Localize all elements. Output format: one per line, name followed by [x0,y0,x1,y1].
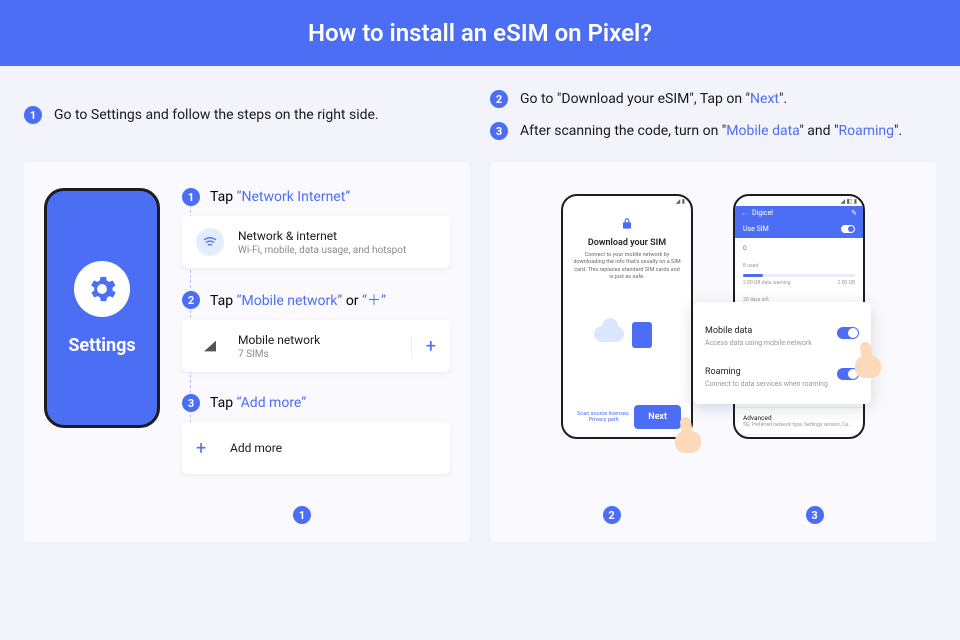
sim-card-icon [632,322,652,348]
edit-icon[interactable]: ✎ [851,209,857,217]
card-badge-3: 3 [806,506,824,524]
card-settings-steps: Settings 1 Tap “Network Internet” [24,162,470,542]
intro-row: 1 Go to Settings and follow the steps on… [24,90,936,140]
license-link[interactable]: Scan source licenses. Privacy path [573,411,634,423]
cloud-card-illustration [592,304,662,348]
gear-icon [74,261,130,317]
substeps: 1 Tap “Network Internet” Network & inter… [182,188,450,492]
download-sim-desc: Connect to your mobile network by downlo… [573,252,681,282]
mobile-data-row[interactable]: Mobile data Access data using mobile net… [705,312,859,353]
highlight-next: Next [750,91,779,107]
substep-badge-1: 1 [182,188,200,206]
substep-3: 3 Tap “Add more” + Add more [182,394,450,474]
download-sim-title: Download your SIM [588,238,666,248]
step-3-text: After scanning the code, turn on "Mobile… [520,123,902,139]
substep-3-head: 3 Tap “Add more” [182,394,450,412]
step-3-line: 3 After scanning the code, turn on "Mobi… [490,122,936,140]
left-bottom-badge-row: 1 [44,506,450,524]
next-button[interactable]: Next [634,405,681,429]
substep-2: 2 Tap “Mobile network” or “＋” Mobile net… [182,290,450,372]
substep-badge-2: 2 [182,291,200,309]
cards-row: Settings 1 Tap “Network Internet” [24,162,936,542]
content: 1 Go to Settings and follow the steps on… [0,66,960,542]
plus-icon[interactable]: + [411,336,436,357]
tile-title: Mobile network [238,333,320,347]
back-icon[interactable]: ← [741,209,748,217]
toggle-on-icon[interactable] [841,225,855,233]
step-badge-1: 1 [24,106,42,124]
substep-badge-3: 3 [182,394,200,412]
step-badge-3: 3 [490,122,508,140]
usage-bar [743,274,855,277]
signal-icon [196,332,224,360]
settings-phone-illustration: Settings [44,188,160,428]
intro-right: 2 Go to "Download your eSIM", Tap on "Ne… [490,90,936,140]
card-phone-screens: ◢ ▮ Download your SIM Connect to your mo… [490,162,936,542]
card-right-body: ◢ ▮ Download your SIM Connect to your mo… [510,188,916,492]
tile-mobile-network[interactable]: Mobile network 7 SIMs + [182,320,450,372]
right-bottom-badge-row: 2 3 [510,506,916,524]
highlight-mobile-data: Mobile data [726,123,799,139]
intro-left: 1 Go to Settings and follow the steps on… [24,90,470,140]
page-header: How to install an eSIM on Pixel? [0,0,960,66]
usage-section: 0 B used 2.00 GB data warning2.00 GB 30 … [735,238,863,312]
carrier-bar: ← Digicel ✎ [735,206,863,220]
toggle-on-icon[interactable] [837,327,859,339]
advanced-row[interactable]: Advanced 5G, Preferred network type, Set… [735,408,863,435]
phone-mock-download-sim: ◢ ▮ Download your SIM Connect to your mo… [561,194,693,439]
card-left-body: Settings 1 Tap “Network Internet” [44,188,450,492]
step-2-line: 2 Go to "Download your eSIM", Tap on "Ne… [490,90,936,108]
lock-icon [620,216,634,230]
step-1-text: Go to Settings and follow the steps on t… [54,107,379,123]
card-badge-2: 2 [603,506,621,524]
substep-1: 1 Tap “Network Internet” Network & inter… [182,188,450,268]
status-bar: ◢ ◧ ▮ [735,196,863,206]
plus-icon: + [196,434,216,462]
highlight-roaming: Roaming [838,123,894,139]
roaming-row[interactable]: Roaming Connect to data services when ro… [705,353,859,394]
step-1-line: 1 Go to Settings and follow the steps on… [24,106,379,124]
status-bar: ◢ ▮ [563,196,691,206]
tile-add-more[interactable]: + Add more [182,422,450,474]
card-badge-1: 1 [293,506,311,524]
step-badge-2: 2 [490,90,508,108]
phone-frame: ◢ ▮ Download your SIM Connect to your mo… [561,194,693,439]
substep-2-head: 2 Tap “Mobile network” or “＋” [182,290,450,310]
tile-sub: Wi-Fi, mobile, data usage, and hotspot [238,245,406,256]
use-sim-row[interactable]: Use SIM [735,220,863,238]
phone-mock-sim-settings: ◢ ◧ ▮ ← Digicel ✎ Use SIM 0 B used [733,194,865,439]
settings-label: Settings [68,335,135,356]
substep-1-head: 1 Tap “Network Internet” [182,188,450,206]
toggle-on-icon[interactable] [837,368,859,380]
tile-title: Add more [230,441,282,455]
page-title: How to install an eSIM on Pixel? [308,19,652,47]
wifi-icon [196,228,224,256]
tile-sub: 7 SIMs [238,349,320,360]
toggles-popup: Mobile data Access data using mobile net… [693,302,871,404]
tile-title: Network & internet [238,229,337,243]
cloud-icon [594,326,624,342]
step-2-text: Go to "Download your eSIM", Tap on "Next… [520,91,787,107]
tile-network-internet[interactable]: Network & internet Wi-Fi, mobile, data u… [182,216,450,268]
